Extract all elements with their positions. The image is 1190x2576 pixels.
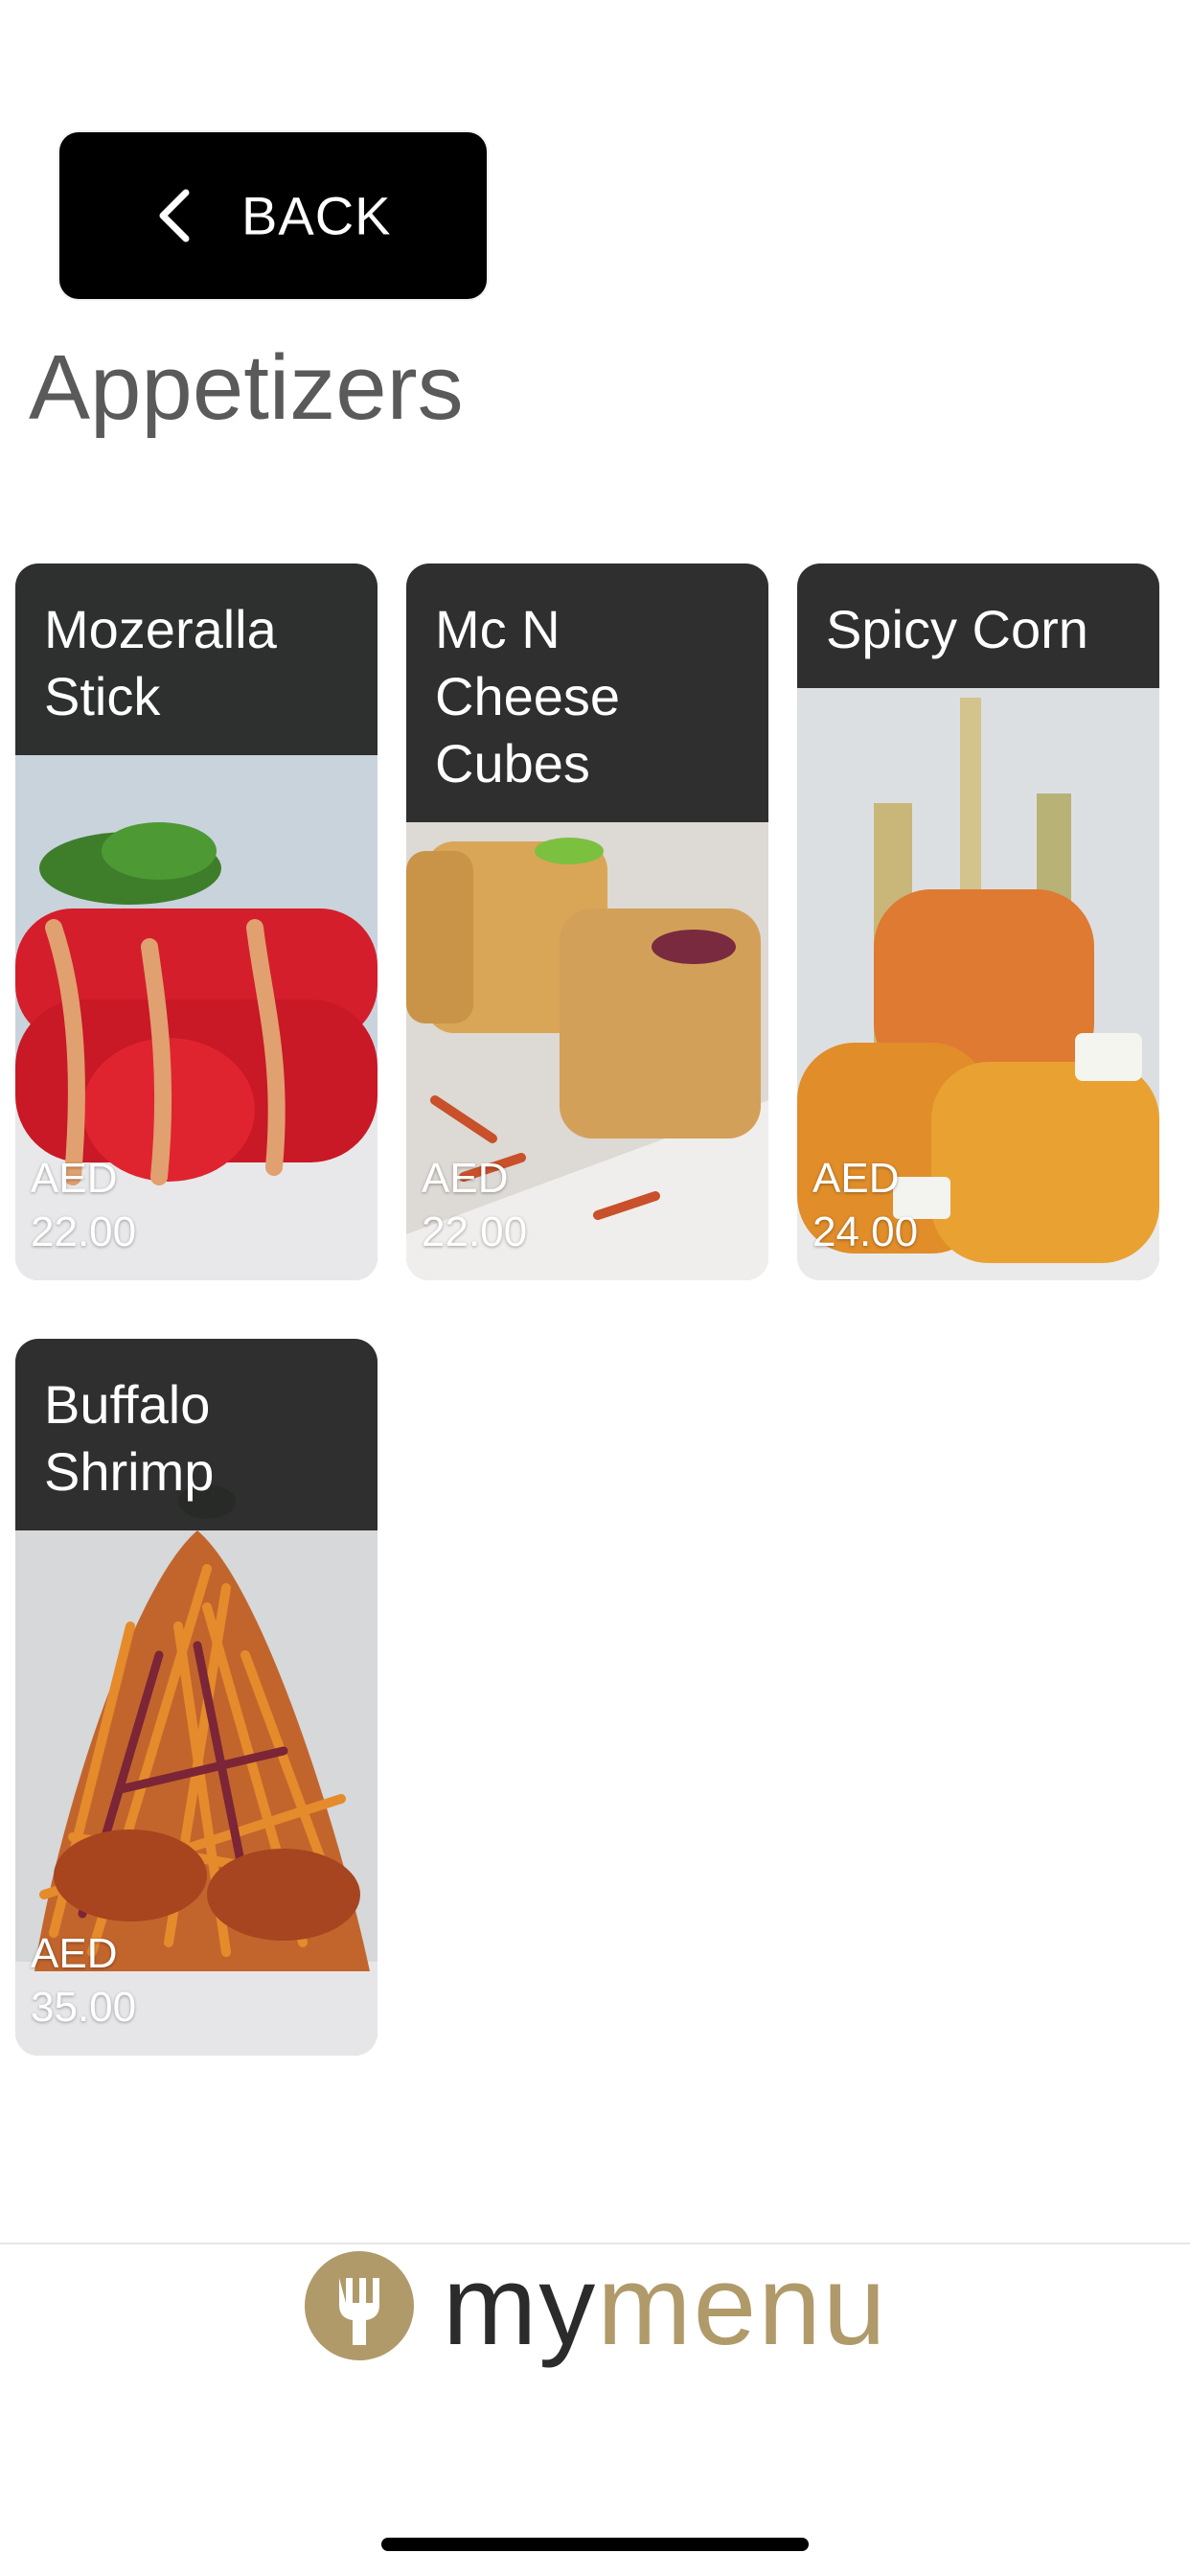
- logo-wordmark: mymenu: [443, 2249, 887, 2362]
- item-name: Mozeralla Stick: [15, 564, 378, 755]
- item-name: Buffalo Shrimp: [15, 1339, 378, 1530]
- price-currency: AED: [422, 1155, 509, 1202]
- price-currency: AED: [31, 1930, 118, 1977]
- item-price: AED 35.00: [31, 1927, 136, 2035]
- fork-icon: [305, 2251, 414, 2360]
- price-value: 35.00: [31, 1984, 137, 2031]
- price-currency: AED: [31, 1155, 118, 1202]
- price-currency: AED: [812, 1155, 900, 1202]
- item-price: AED 22.00: [31, 1152, 136, 1259]
- home-indicator[interactable]: [381, 2538, 809, 2551]
- price-value: 22.00: [422, 1208, 528, 1255]
- back-button[interactable]: BACK: [59, 132, 487, 299]
- logo-text-menu: menu: [597, 2242, 888, 2369]
- menu-item-card[interactable]: Mc N Cheese Cubes AED 22.00: [406, 564, 768, 1280]
- logo-text-my: my: [443, 2242, 598, 2369]
- item-price: AED 24.00: [812, 1152, 918, 1259]
- page-title: Appetizers: [29, 336, 464, 439]
- item-name: Spicy Corn: [797, 564, 1159, 688]
- menu-item-card[interactable]: Buffalo Shrimp AED 35.00: [15, 1339, 378, 2056]
- back-button-label: BACK: [241, 185, 392, 246]
- mymenu-logo: mymenu: [303, 2248, 887, 2363]
- menu-item-card[interactable]: Spicy Corn AED 24.00: [797, 564, 1159, 1280]
- item-price: AED 22.00: [422, 1152, 527, 1259]
- price-value: 24.00: [812, 1208, 919, 1255]
- price-value: 22.00: [31, 1208, 137, 1255]
- item-name: Mc N Cheese Cubes: [406, 564, 768, 822]
- menu-item-card[interactable]: Mozeralla Stick AED 22.00: [15, 564, 378, 1280]
- chevron-left-icon: [159, 189, 190, 242]
